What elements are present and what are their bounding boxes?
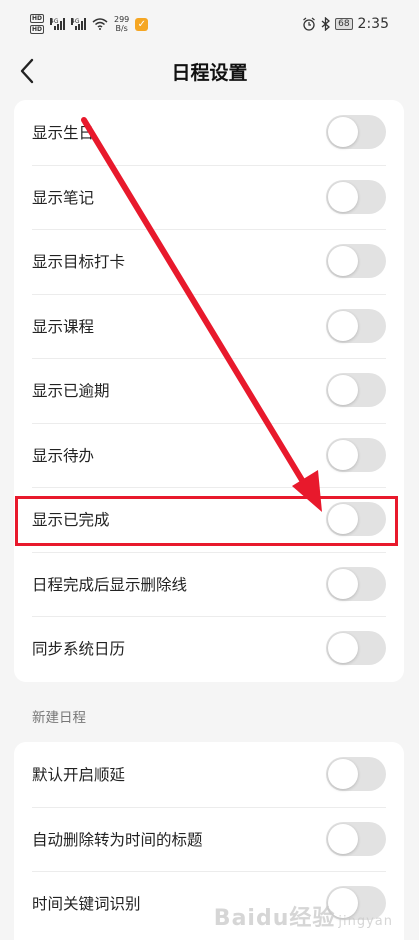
setting-label: 显示笔记 — [32, 188, 95, 207]
wifi-icon — [92, 18, 108, 30]
setting-label: 自动删除转为时间的标题 — [32, 830, 203, 849]
toggle-switch[interactable] — [326, 373, 386, 408]
display-settings-card: 显示生日 显示笔记 显示目标打卡 显示课程 显示已逾期 显示待办 显示已完成 日… — [14, 100, 404, 682]
app-header: 日程设置 — [0, 48, 419, 94]
status-right: 68 2:35 — [302, 16, 389, 32]
setting-row-show-goal-checkin: 显示目标打卡 — [14, 229, 404, 294]
signal-icon-2: 4G — [71, 18, 86, 30]
watermark-sub: jingyan — [338, 914, 393, 929]
alarm-icon — [303, 17, 315, 31]
toggle-switch[interactable] — [326, 566, 386, 601]
setting-label: 显示课程 — [32, 317, 95, 336]
page-title: 日程设置 — [171, 61, 248, 84]
setting-label: 显示待办 — [32, 446, 95, 465]
signal-label-2: 4G — [71, 18, 80, 25]
app-notification-icon: ✓ — [135, 17, 149, 31]
setting-label: 同步系统日历 — [32, 640, 126, 659]
setting-label: 显示已逾期 — [32, 382, 110, 401]
setting-row-auto-delete-title: 自动删除转为时间的标题 — [14, 806, 404, 872]
speed-unit: B/s — [115, 24, 128, 33]
setting-label: 时间关键词识别 — [32, 895, 141, 914]
back-button[interactable] — [14, 56, 42, 86]
setting-row-show-overdue: 显示已逾期 — [14, 358, 404, 423]
status-bar: HD HD 4G 4G 299 B/s ✓ 68 2:35 — [0, 0, 419, 48]
setting-row-strikethrough: 日程完成后显示删除线 — [14, 551, 404, 617]
toggle-switch[interactable] — [326, 115, 386, 150]
setting-label: 日程完成后显示删除线 — [32, 575, 188, 594]
baidu-watermark: Baidu经验 jingyan — [214, 900, 393, 932]
bluetooth-icon — [321, 17, 331, 31]
toggle-switch[interactable] — [326, 502, 386, 537]
hd-indicators: HD HD — [30, 14, 44, 34]
setting-label: 显示已完成 — [32, 511, 110, 530]
hd-badge-2: HD — [30, 25, 44, 34]
signal-icon-1: 4G — [50, 18, 65, 30]
network-speed: 299 B/s — [114, 15, 129, 33]
toggle-switch[interactable] — [326, 821, 386, 856]
toggle-switch[interactable] — [326, 631, 386, 666]
toggle-switch[interactable] — [326, 437, 386, 472]
setting-label: 显示生日 — [32, 124, 95, 143]
chevron-left-icon — [20, 58, 34, 84]
setting-row-show-completed: 显示已完成 — [14, 487, 404, 552]
setting-label: 默认开启顺延 — [32, 766, 126, 785]
toggle-switch[interactable] — [326, 179, 386, 214]
toggle-switch[interactable] — [326, 308, 386, 343]
setting-row-show-notes: 显示笔记 — [14, 164, 404, 230]
toggle-switch[interactable] — [326, 757, 386, 792]
section-title-new-schedule: 新建日程 — [32, 710, 86, 726]
speed-value: 299 — [114, 15, 130, 24]
battery-indicator: 68 — [335, 18, 353, 30]
setting-row-show-courses: 显示课程 — [14, 293, 404, 359]
setting-row-show-birthday: 显示生日 — [14, 100, 404, 165]
watermark-text: Baidu经验 — [213, 906, 336, 931]
setting-row-default-postpone: 默认开启顺延 — [14, 742, 404, 807]
signal-label-1: 4G — [50, 18, 59, 25]
status-left: HD HD 4G 4G 299 B/s ✓ — [30, 14, 149, 34]
toggle-switch[interactable] — [326, 244, 386, 279]
hd-badge-1: HD — [30, 14, 44, 23]
setting-row-sync-calendar: 同步系统日历 — [14, 616, 404, 681]
setting-row-show-todo: 显示待办 — [14, 422, 404, 488]
setting-label: 显示目标打卡 — [32, 253, 126, 272]
clock: 2:35 — [357, 16, 389, 32]
